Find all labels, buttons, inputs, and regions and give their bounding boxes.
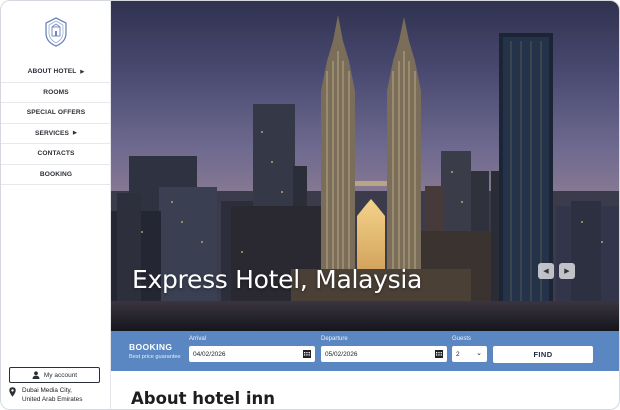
chevron-down-icon: ⌄ [476, 350, 482, 357]
nav-item-contacts[interactable]: CONTACTS [1, 144, 111, 165]
booking-subtitle: Best price guarantee [129, 354, 181, 360]
carousel-prev-button[interactable]: ◀ [538, 263, 554, 279]
chevron-right-icon: ▶ [564, 268, 570, 275]
address-text: Dubai Media City, United Arab Emirates [22, 386, 82, 404]
user-icon [32, 371, 40, 379]
find-button[interactable]: FIND [493, 346, 593, 363]
my-account-button[interactable]: My account [9, 367, 100, 383]
nav-item-label: BOOKING [39, 170, 73, 178]
nav-item-label: ROOMS [43, 88, 69, 96]
booking-bar: BOOKING Best price guarantee Arrival 04/… [111, 331, 619, 371]
sidebar: ABOUT HOTEL ▶ ROOMS SPECIAL OFFERS SERVIC… [1, 1, 111, 409]
nav-item-label: SPECIAL OFFERS [26, 109, 86, 117]
guests-value: 2 [456, 350, 460, 358]
address: Dubai Media City, United Arab Emirates [9, 386, 109, 404]
chevron-left-icon: ◀ [543, 268, 549, 275]
nav-item-label: SERVICES [35, 129, 70, 137]
nav-item-booking[interactable]: BOOKING [1, 165, 111, 185]
guests-select[interactable]: 2 ⌄ [452, 346, 487, 362]
hero-title: Express Hotel, Malaysia [132, 265, 423, 294]
main-nav: ABOUT HOTEL ▶ ROOMS SPECIAL OFFERS SERVIC… [1, 62, 111, 185]
arrival-label: Arrival [189, 336, 207, 342]
address-line-1: Dubai Media City, [22, 387, 72, 394]
hotel-logo[interactable] [44, 17, 68, 47]
guests-label: Guests [452, 336, 472, 342]
caret-right-icon: ▶ [73, 130, 77, 137]
carousel-next-button[interactable]: ▶ [559, 263, 575, 279]
booking-title: BOOKING [129, 342, 173, 352]
nav-item-about-hotel[interactable]: ABOUT HOTEL ▶ [1, 62, 111, 83]
address-line-2: United Arab Emirates [22, 396, 83, 403]
departure-label: Departure [321, 336, 348, 342]
nav-item-rooms[interactable]: ROOMS [1, 83, 111, 103]
caret-right-icon: ▶ [80, 68, 85, 75]
carousel-controls: ◀ ▶ [538, 263, 575, 279]
departure-date-value: 05/02/2026 [325, 350, 358, 358]
calendar-icon[interactable] [303, 350, 311, 358]
departure-date-field[interactable]: 05/02/2026 [321, 346, 447, 362]
about-heading: About hotel inn [131, 389, 276, 408]
nav-item-label: ABOUT HOTEL [27, 68, 77, 76]
nav-item-services[interactable]: SERVICES ▶ [1, 124, 111, 144]
arrival-date-field[interactable]: 04/02/2026 [189, 346, 315, 362]
calendar-icon[interactable] [435, 350, 443, 358]
arrival-date-value: 04/02/2026 [193, 350, 226, 358]
page-frame: ABOUT HOTEL ▶ ROOMS SPECIAL OFFERS SERVIC… [0, 0, 620, 410]
my-account-label: My account [43, 371, 78, 379]
location-pin-icon [9, 387, 16, 397]
nav-item-label: CONTACTS [37, 150, 75, 158]
nav-item-special-offers[interactable]: SPECIAL OFFERS [1, 103, 111, 124]
hero-banner: Express Hotel, Malaysia ◀ ▶ [111, 1, 619, 331]
